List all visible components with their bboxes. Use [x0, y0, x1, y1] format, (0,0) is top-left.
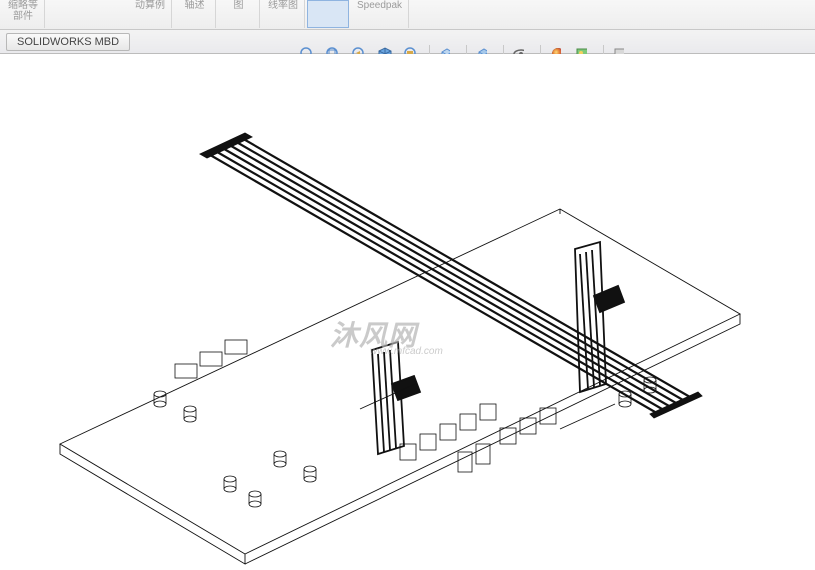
ribbon-group-drawing[interactable]: 图	[218, 0, 260, 28]
ribbon-label: 缩略等	[8, 0, 38, 11]
ribbon-label: 线率图	[268, 0, 298, 11]
ribbon-group-active[interactable]	[307, 0, 349, 28]
ribbon-bar: 缩略等 部件 动算例 轴述 图 线率图 Speedpak	[0, 0, 815, 30]
ribbon-group-motion[interactable]: 动算例	[129, 0, 172, 28]
tab-label: SOLIDWORKS MBD	[17, 36, 119, 48]
ribbon-label: Speedpak	[357, 0, 402, 11]
ribbon-group-parts[interactable]: 缩略等 部件	[2, 0, 45, 28]
graphics-viewport[interactable]: 沐风网 www.mfcad.com	[0, 54, 815, 570]
ribbon-group-speedpak[interactable]: Speedpak	[351, 0, 409, 28]
tab-solidworks-mbd[interactable]: SOLIDWORKS MBD	[6, 33, 130, 51]
ribbon-label: 部件	[13, 11, 33, 22]
ribbon-label: 动算例	[135, 0, 165, 11]
model-wireframe	[0, 54, 815, 570]
ribbon-group-axis[interactable]: 轴述	[174, 0, 216, 28]
ribbon-label: 轴述	[185, 0, 205, 11]
ribbon-label: 图	[234, 0, 244, 11]
ribbon-group-wireframe[interactable]: 线率图	[262, 0, 305, 28]
